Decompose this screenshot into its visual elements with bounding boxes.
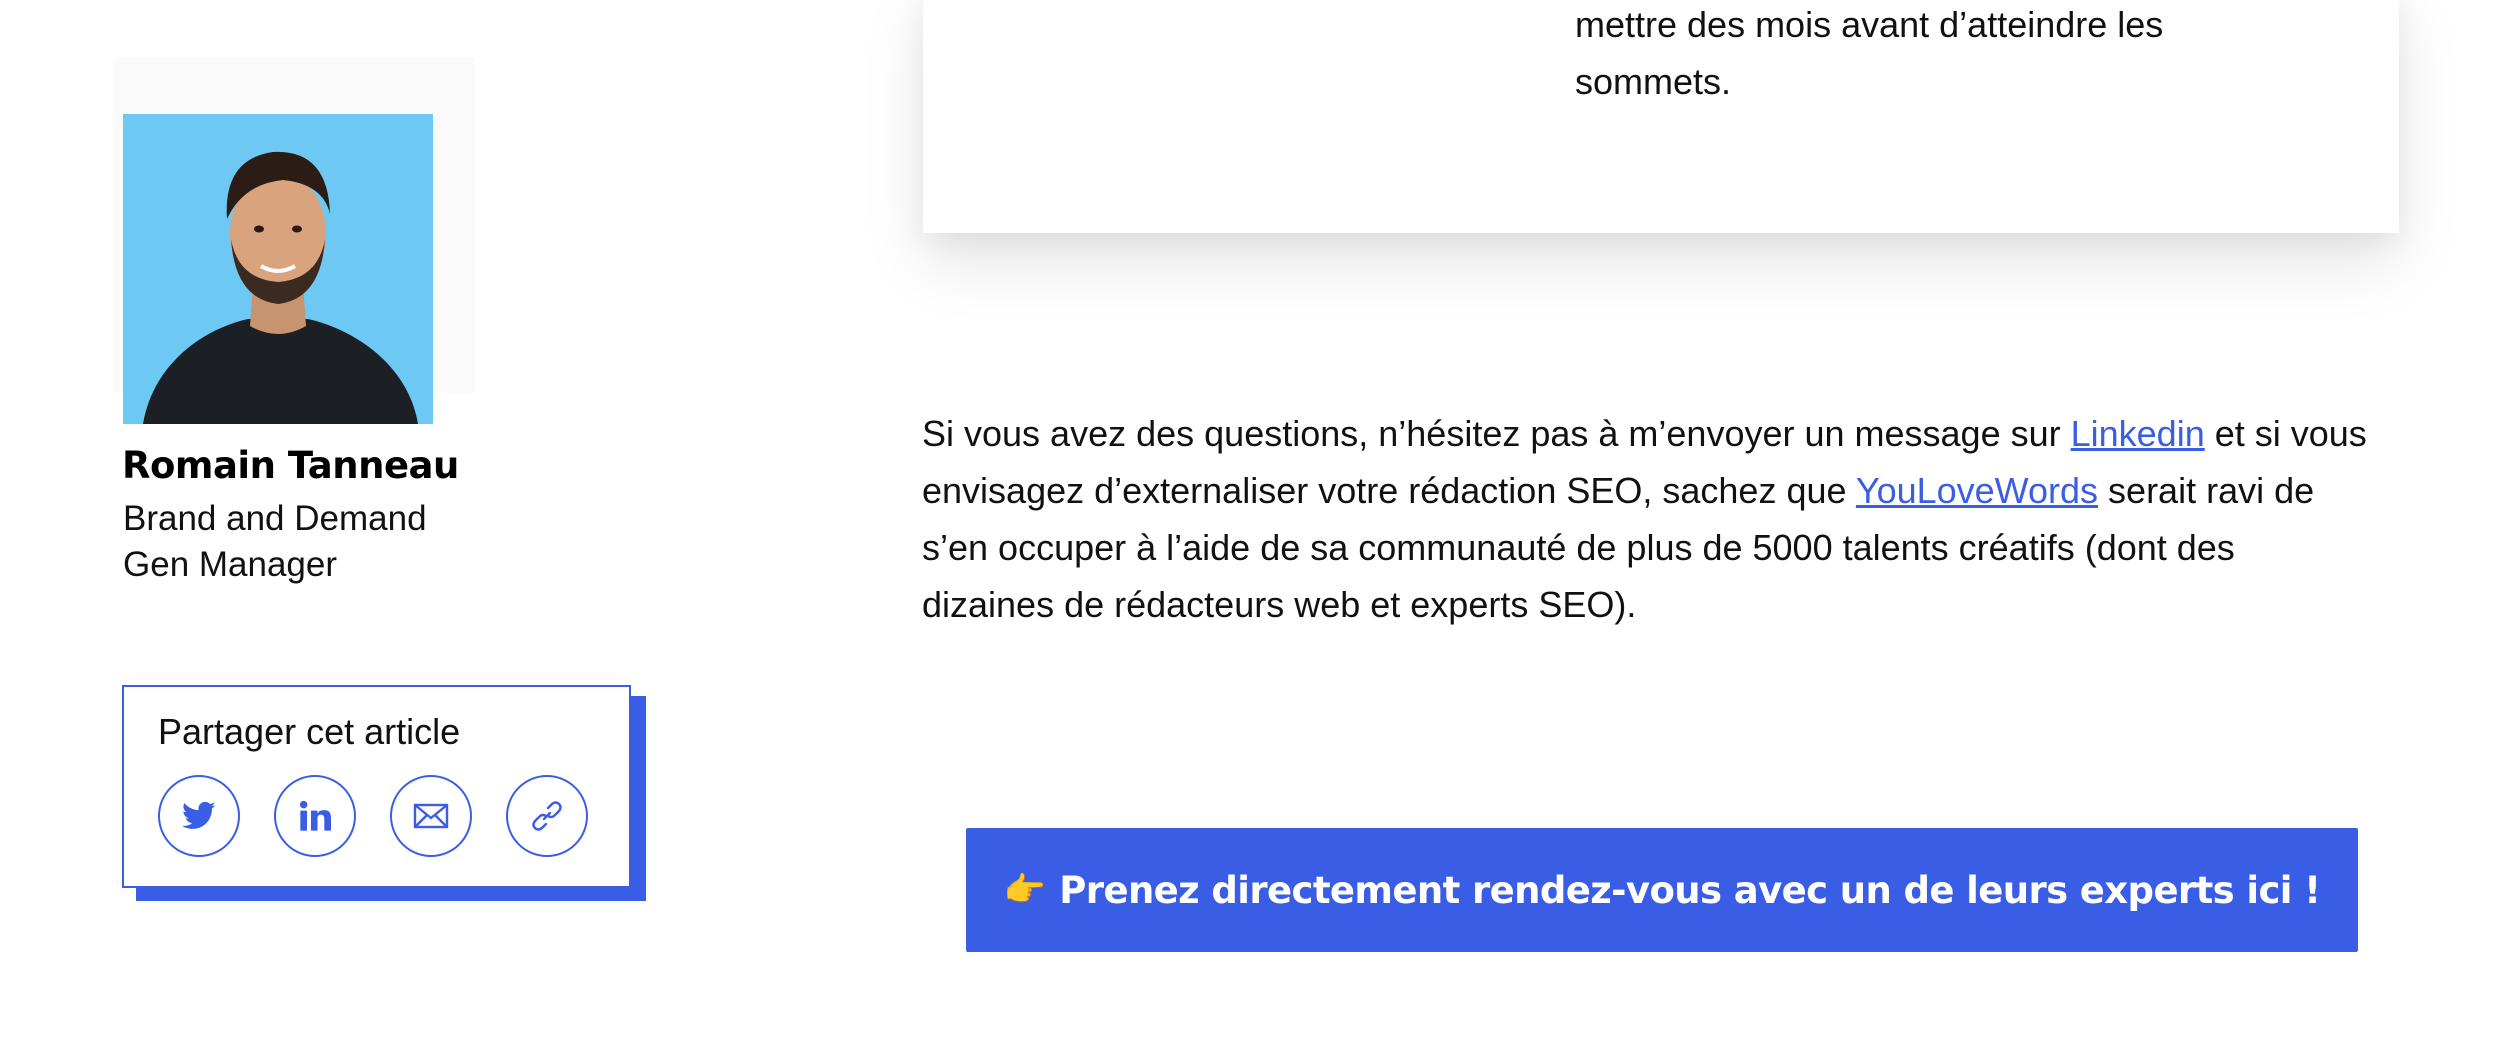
- share-title: Partager cet article: [158, 711, 461, 752]
- cta-label: Prenez directement rendez-vous avec un d…: [1059, 868, 2321, 912]
- link-icon: [532, 801, 562, 831]
- share-twitter-button[interactable]: [158, 775, 240, 857]
- book-expert-cta-button[interactable]: 👉 Prenez directement rendez-vous avec un…: [966, 828, 2358, 952]
- pointing-hand-icon: 👉: [1003, 870, 1046, 910]
- author-name: Romain Tanneau: [122, 444, 459, 487]
- paragraph-text-1: Si vous avez des questions, n’hésitez pa…: [922, 413, 2071, 454]
- share-email-button[interactable]: [390, 775, 472, 857]
- content-card: mettre des mois avant d’atteindre les so…: [923, 0, 2399, 233]
- closing-paragraph: Si vous avez des questions, n’hésitez pa…: [922, 405, 2372, 633]
- linkedin-link[interactable]: Linkedin: [2071, 413, 2205, 454]
- youlovewords-link[interactable]: YouLoveWords: [1856, 470, 2098, 511]
- share-link-button[interactable]: [506, 775, 588, 857]
- author-photo: [123, 114, 433, 424]
- share-linkedin-button[interactable]: [274, 775, 356, 857]
- twitter-icon: [182, 801, 216, 829]
- author-role: Brand and Demand Gen Manager: [123, 499, 427, 584]
- share-box: Partager cet article: [122, 685, 631, 888]
- linkedin-icon: [299, 800, 331, 831]
- author-portrait-illustration: [143, 151, 418, 424]
- card-text: mettre des mois avant d’atteindre les so…: [1575, 4, 2164, 102]
- mail-icon: [413, 803, 449, 829]
